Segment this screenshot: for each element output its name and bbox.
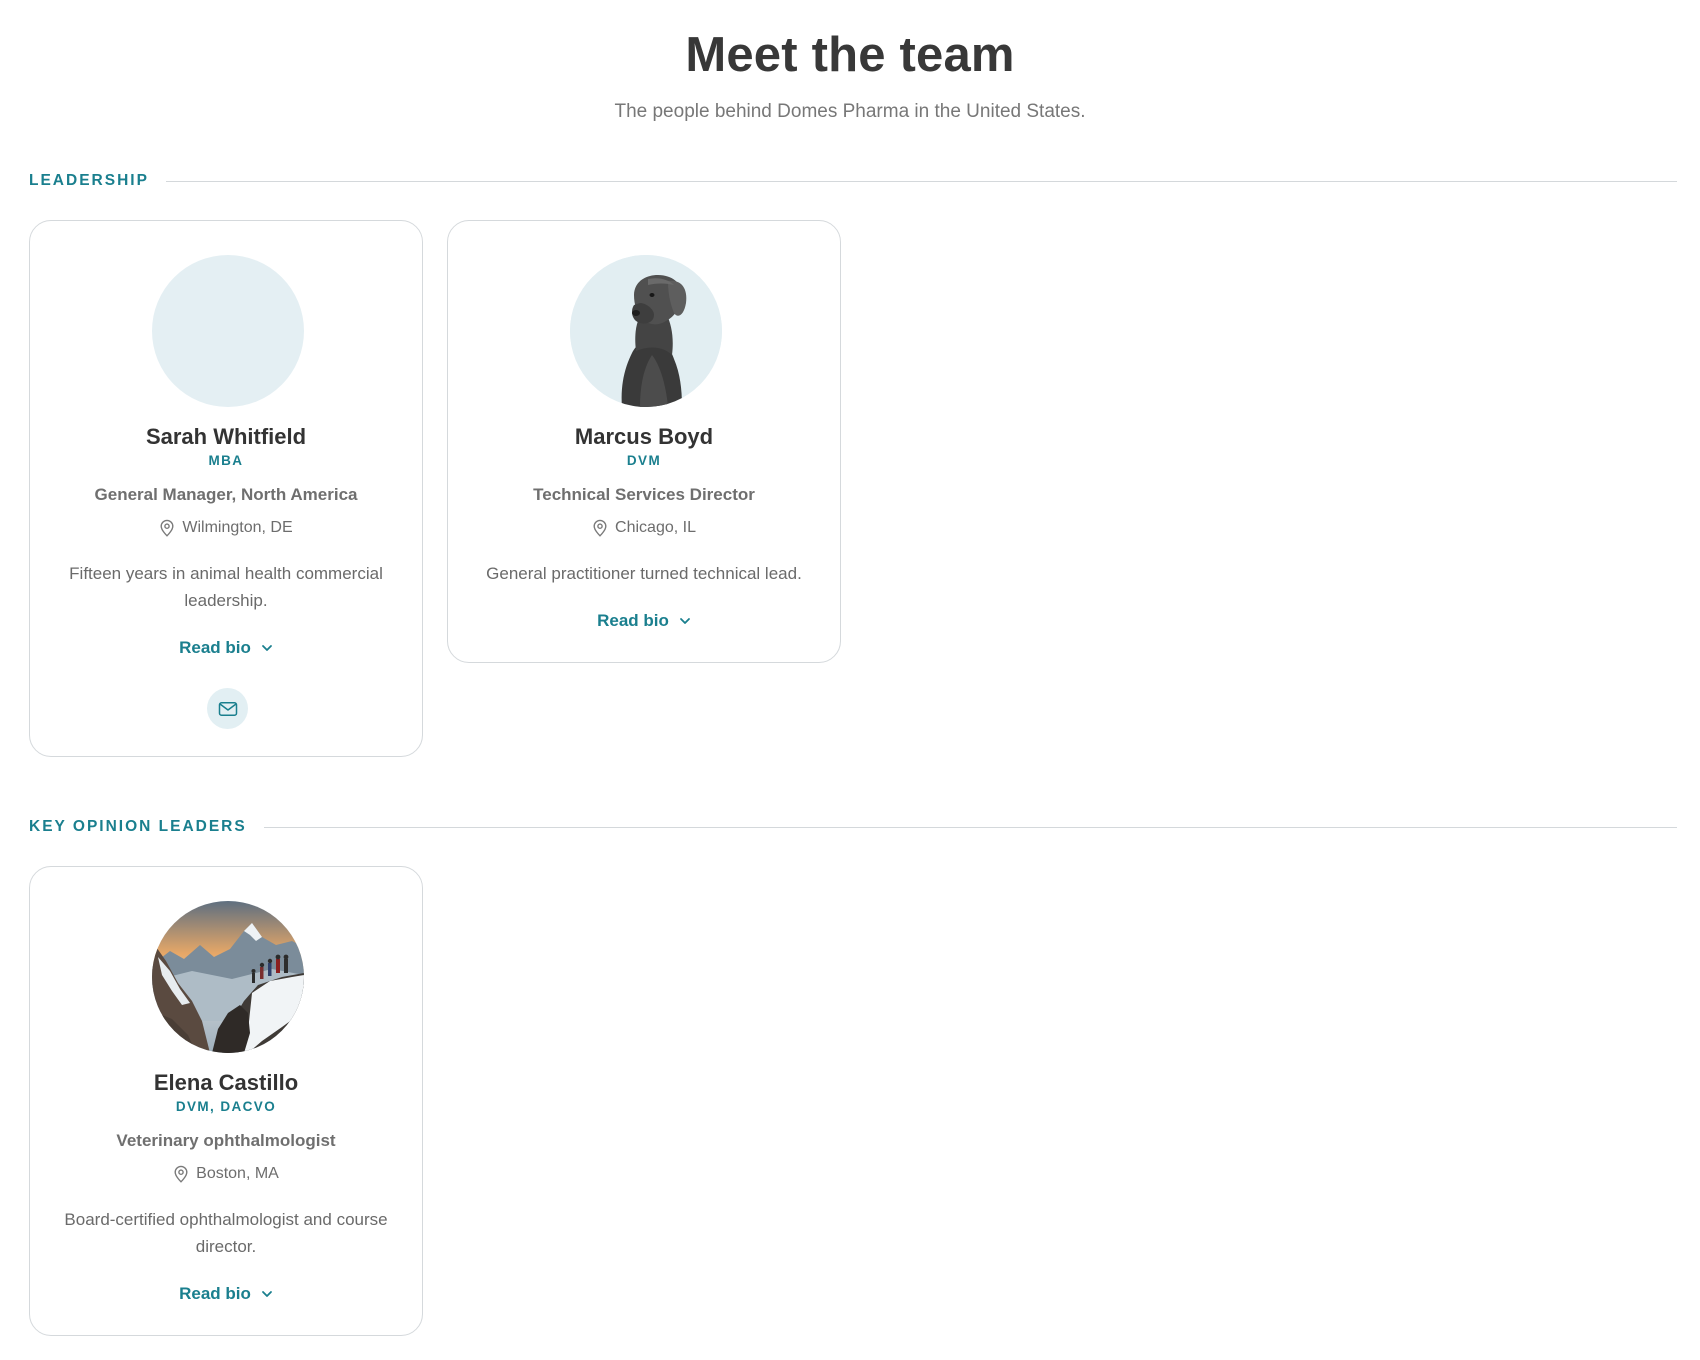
member-credentials: DVM, DACVO <box>175 1099 277 1114</box>
member-summary: Board-certified ophthalmologist and cour… <box>64 1210 388 1256</box>
chevron-down-icon <box>261 644 273 652</box>
avatar-photo-dog <box>570 255 722 407</box>
mail-icon <box>218 701 238 717</box>
avatar-photo-mountain <box>152 901 304 1053</box>
member-name: Sarah Whitfield <box>145 424 307 449</box>
avatar-placeholder <box>152 255 304 407</box>
page-subtitle: The people behind Domes Pharma in the Un… <box>614 101 1086 122</box>
read-bio-label: Read bio <box>597 611 669 630</box>
read-bio-label: Read bio <box>179 638 251 657</box>
member-summary: General practitioner turned technical le… <box>486 564 802 583</box>
chevron-down-icon <box>261 1290 273 1298</box>
member-location: Boston, MA <box>30 1165 422 1183</box>
member-credentials: DVM <box>626 453 662 468</box>
page-title: Meet the team <box>685 28 1015 82</box>
member-location: Chicago, IL <box>448 519 840 537</box>
map-pin-icon <box>592 519 608 537</box>
location-text: Wilmington, DE <box>182 519 293 536</box>
section-label: LEADERSHIP <box>29 172 149 189</box>
member-role: Technical Services Director <box>533 485 755 504</box>
member-name: Elena Castillo <box>153 1070 299 1095</box>
read-bio-button[interactable]: Read bio <box>448 611 840 631</box>
map-pin-icon <box>173 1165 189 1183</box>
member-location: Wilmington, DE <box>30 519 422 537</box>
location-text: Chicago, IL <box>615 519 696 536</box>
map-pin-icon <box>159 519 175 537</box>
member-role: General Manager, North America <box>94 485 358 504</box>
team-card-marcus-boyd: Marcus Boyd DVM Technical Services Direc… <box>447 220 841 663</box>
section-divider <box>263 826 1677 828</box>
section-label: KEY OPINION LEADERS <box>29 818 247 835</box>
team-card-elena-castillo: Elena Castillo DVM, DACVO Veterinary oph… <box>29 866 423 1336</box>
location-text: Boston, MA <box>196 1165 279 1182</box>
read-bio-button[interactable]: Read bio <box>30 638 422 658</box>
member-summary: Fifteen years in animal health commercia… <box>69 564 383 610</box>
read-bio-label: Read bio <box>179 1284 251 1303</box>
team-card-sarah-whitfield: Sarah Whitfield MBA General Manager, Nor… <box>29 220 423 757</box>
member-role: Veterinary ophthalmologist <box>116 1131 336 1150</box>
chevron-down-icon <box>679 617 691 625</box>
email-button[interactable] <box>207 688 248 729</box>
section-header-key-opinion-leaders: KEY OPINION LEADERS <box>29 815 1677 839</box>
team-page: Meet the team The people behind Domes Ph… <box>0 0 1700 1360</box>
section-header-leadership: LEADERSHIP <box>29 169 1677 193</box>
member-credentials: MBA <box>208 453 244 468</box>
read-bio-button[interactable]: Read bio <box>30 1284 422 1304</box>
section-divider <box>165 180 1677 182</box>
member-name: Marcus Boyd <box>574 424 714 449</box>
